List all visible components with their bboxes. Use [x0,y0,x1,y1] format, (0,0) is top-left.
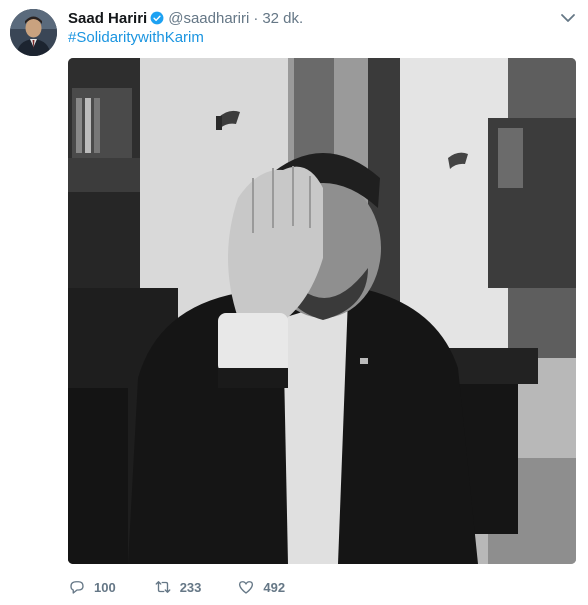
retweet-count: 233 [179,579,202,595]
tweet-text: #SolidaritywithKarim [68,28,204,48]
hashtag-link[interactable]: #SolidaritywithKarim [68,29,204,46]
like-button[interactable]: 492 [237,578,285,596]
avatar-image [10,9,57,56]
display-name[interactable]: Saad Hariri [68,10,147,27]
avatar[interactable] [10,9,57,56]
verified-badge-icon [150,11,164,25]
reply-count: 100 [94,579,116,595]
heart-icon [239,581,254,594]
retweet-icon [155,581,171,593]
timestamp[interactable]: 32 dk. [262,10,303,27]
tweet-photo[interactable] [68,58,576,564]
reply-button[interactable]: 100 [68,578,116,596]
retweet-button[interactable]: 233 [154,578,202,596]
like-count: 492 [263,579,286,595]
reply-icon [70,581,84,594]
separator-dot: · [253,9,259,27]
photo-image [68,58,576,564]
user-handle[interactable]: @saadhariri [168,10,249,27]
tweet-header: Saad Hariri @saadhariri · 32 dk. [68,8,303,28]
chevron-down-icon[interactable] [560,11,576,25]
tweet[interactable]: Saad Hariri @saadhariri · 32 dk. #Solida… [0,0,588,605]
tweet-actions: 100 233 492 [68,576,315,598]
